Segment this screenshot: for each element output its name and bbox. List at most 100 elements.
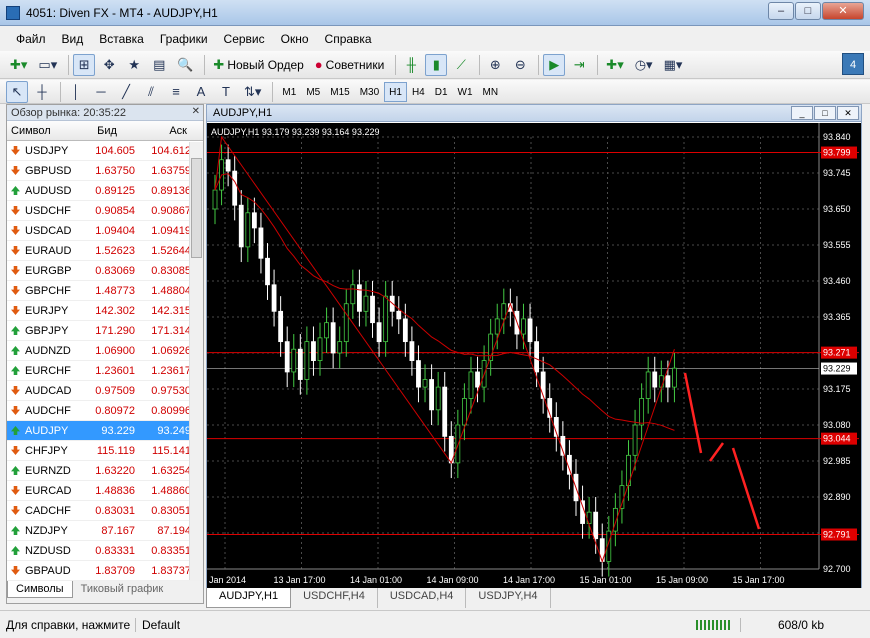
expert-advisors-button[interactable]: ● Советники xyxy=(311,54,389,76)
notifications-badge[interactable]: 4 xyxy=(842,53,864,75)
close-icon[interactable]: ✕ xyxy=(192,106,200,117)
tf-m5[interactable]: M5 xyxy=(301,82,325,102)
bar-chart-icon[interactable]: ╫ xyxy=(400,54,422,76)
table-row[interactable]: EURCHF 1.23601 1.23617 xyxy=(7,361,203,381)
tf-m15[interactable]: M15 xyxy=(325,82,354,102)
menu-tools[interactable]: Сервис xyxy=(216,27,273,51)
y-tick-label: 92.890 xyxy=(823,492,851,502)
horizontal-line-icon[interactable]: ─ xyxy=(90,81,112,103)
arrow-down-icon xyxy=(11,206,20,215)
level-price-label: 93.271 xyxy=(823,348,851,358)
arrow-up-icon xyxy=(11,346,20,355)
tf-h1[interactable]: H1 xyxy=(384,81,407,102)
fibonacci-icon[interactable]: ≡ xyxy=(165,81,187,103)
tf-m1[interactable]: M1 xyxy=(277,82,301,102)
scrollbar[interactable] xyxy=(189,142,203,580)
trendline-icon[interactable]: ╱ xyxy=(115,81,137,103)
chart-shift-icon[interactable]: ⇥ xyxy=(568,54,590,76)
chart-tab-usdchf[interactable]: USDCHF,H4 xyxy=(291,588,378,608)
candle-body xyxy=(376,322,382,343)
zoom-out-icon[interactable]: ⊖ xyxy=(509,54,531,76)
line-chart-icon[interactable]: ⟋ xyxy=(450,54,472,76)
table-row[interactable]: AUDJPY 93.229 93.249 xyxy=(7,421,203,441)
table-row[interactable]: GBPUSD 1.63750 1.63759 xyxy=(7,161,203,181)
maximize-button[interactable]: □ xyxy=(795,2,821,20)
table-row[interactable]: CHFJPY 115.119 115.141 xyxy=(7,441,203,461)
table-row[interactable]: CADCHF 0.83031 0.83051 xyxy=(7,501,203,521)
chart-minimize-button[interactable]: _ xyxy=(791,106,813,120)
table-row[interactable]: EURAUD 1.52623 1.52644 xyxy=(7,241,203,261)
channel-icon[interactable]: ⫽ xyxy=(140,81,162,103)
table-row[interactable]: AUDNZD 1.06900 1.06926 xyxy=(7,341,203,361)
ask-cell: 104.612 xyxy=(151,145,191,157)
table-row[interactable]: GBPJPY 171.290 171.314 xyxy=(7,321,203,341)
candlestick-icon[interactable]: ▮ xyxy=(425,53,448,76)
menu-help[interactable]: Справка xyxy=(317,27,380,51)
tf-d1[interactable]: D1 xyxy=(430,82,453,102)
table-row[interactable]: AUDUSD 0.89125 0.89136 xyxy=(7,181,203,201)
chart-maximize-button[interactable]: □ xyxy=(814,106,836,120)
indicators-icon[interactable]: ✚▾ xyxy=(602,54,627,76)
zoom-in-icon[interactable]: ⊕ xyxy=(484,54,506,76)
table-row[interactable]: GBPAUD 1.83709 1.83737 xyxy=(7,561,203,581)
status-help: Для справки, нажмите xyxy=(0,617,136,632)
col-ask[interactable]: Аск xyxy=(135,121,191,140)
table-row[interactable]: USDJPY 104.605 104.612 xyxy=(7,141,203,161)
table-row[interactable]: USDCHF 0.90854 0.90867 xyxy=(7,201,203,221)
templates-icon[interactable]: ▦▾ xyxy=(660,54,687,76)
x-tick-label: 14 Jan 09:00 xyxy=(427,575,479,585)
chart-close-button[interactable]: ✕ xyxy=(837,106,859,120)
candle-body xyxy=(409,341,415,361)
candle-body xyxy=(402,318,408,343)
price-chart[interactable]: AUDJPY,H1 93.179 93.239 93.164 93.229 93.… xyxy=(207,123,861,591)
minimize-button[interactable]: – xyxy=(768,2,794,20)
tf-mn[interactable]: MN xyxy=(478,82,504,102)
navigator-icon[interactable]: ★ xyxy=(123,54,145,76)
periods-icon[interactable]: ◷▾ xyxy=(631,54,657,76)
table-row[interactable]: NZDUSD 0.83331 0.83351 xyxy=(7,541,203,561)
table-row[interactable]: AUDCAD 0.97509 0.97530 xyxy=(7,381,203,401)
tf-w1[interactable]: W1 xyxy=(453,82,478,102)
new-order-button[interactable]: ✚ Новый Ордер xyxy=(209,54,307,76)
text-label-icon[interactable]: T xyxy=(215,81,237,103)
text-icon[interactable]: A xyxy=(190,81,212,103)
tab-symbols[interactable]: Символы xyxy=(7,581,73,598)
market-watch-icon[interactable]: ⊞ xyxy=(73,53,96,76)
auto-scroll-icon[interactable]: ▶ xyxy=(543,53,566,76)
table-row[interactable]: EURCAD 1.48836 1.48860 xyxy=(7,481,203,501)
tab-tick-chart[interactable]: Тиковый график xyxy=(73,581,172,597)
scrollbar-thumb[interactable] xyxy=(191,158,202,258)
terminal-icon[interactable]: ▤ xyxy=(148,54,170,76)
col-symbol[interactable]: Символ xyxy=(7,121,79,140)
arrows-icon[interactable]: ⇅▾ xyxy=(240,81,265,103)
tf-h4[interactable]: H4 xyxy=(407,82,430,102)
x-tick-label: 13 Jan 17:00 xyxy=(274,575,326,585)
crosshair-icon[interactable]: ┼ xyxy=(31,81,53,103)
table-row[interactable]: EURJPY 142.302 142.315 xyxy=(7,301,203,321)
table-row[interactable]: EURGBP 0.83069 0.83085 xyxy=(7,261,203,281)
menu-file[interactable]: Файл xyxy=(8,27,54,51)
menu-charts[interactable]: Графики xyxy=(152,27,216,51)
chart-tab-usdjpy[interactable]: USDJPY,H4 xyxy=(466,588,551,608)
tester-icon[interactable]: 🔍 xyxy=(173,54,197,76)
arrow-down-icon xyxy=(11,486,20,495)
close-button[interactable]: ✕ xyxy=(822,2,864,20)
table-row[interactable]: NZDJPY 87.167 87.194 xyxy=(7,521,203,541)
tf-m30[interactable]: M30 xyxy=(355,82,384,102)
table-row[interactable]: AUDCHF 0.80972 0.80996 xyxy=(7,401,203,421)
table-row[interactable]: GBPCHF 1.48773 1.48804 xyxy=(7,281,203,301)
chart-tab-audjpy[interactable]: AUDJPY,H1 xyxy=(206,588,292,608)
candle-body xyxy=(304,341,310,380)
menu-insert[interactable]: Вставка xyxy=(91,27,152,51)
cursor-icon[interactable]: ↖ xyxy=(6,80,28,103)
menu-window[interactable]: Окно xyxy=(273,27,317,51)
table-row[interactable]: USDCAD 1.09404 1.09419 xyxy=(7,221,203,241)
data-window-icon[interactable]: ✥ xyxy=(98,54,120,76)
menu-view[interactable]: Вид xyxy=(54,27,92,51)
chart-tab-usdcad[interactable]: USDCAD,H4 xyxy=(378,588,467,608)
profiles-icon[interactable]: ▭▾ xyxy=(34,54,61,76)
table-row[interactable]: EURNZD 1.63220 1.63254 xyxy=(7,461,203,481)
vertical-line-icon[interactable]: │ xyxy=(65,81,87,103)
new-chart-icon[interactable]: ✚▾ xyxy=(6,54,31,76)
col-bid[interactable]: Бид xyxy=(79,121,135,140)
